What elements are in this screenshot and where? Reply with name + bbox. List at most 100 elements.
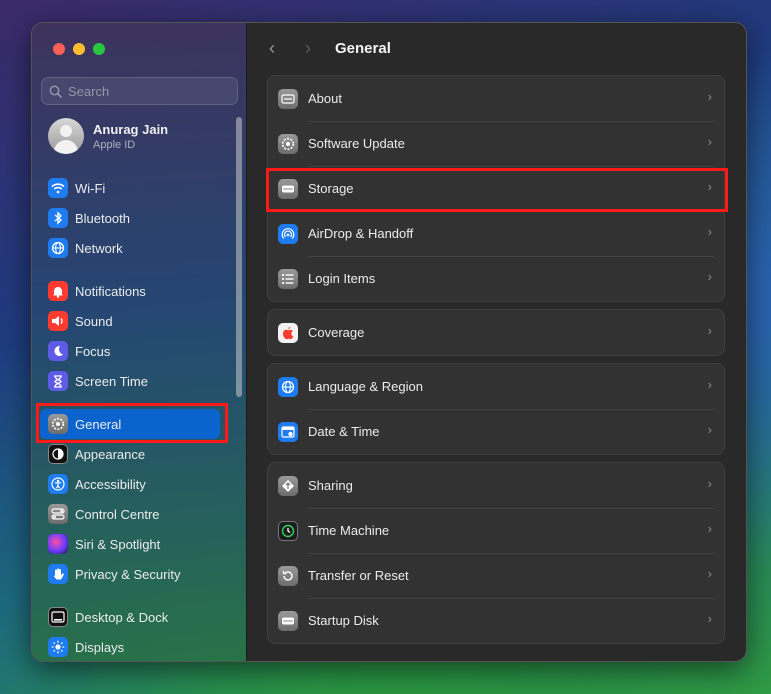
- minimize-button[interactable]: [73, 43, 85, 55]
- avatar: [48, 118, 84, 154]
- settings-row-airdrop-handoff[interactable]: AirDrop & Handoff ›: [268, 211, 724, 256]
- sidebar-item-desktop-dock[interactable]: Desktop & Dock: [40, 602, 220, 632]
- control-centre-icon: [48, 504, 68, 524]
- search-box[interactable]: [41, 77, 238, 105]
- sidebar-item-label: Wi-Fi: [75, 180, 106, 196]
- zoom-button[interactable]: [93, 43, 105, 55]
- chevron-right-icon: ›: [707, 89, 712, 104]
- close-button[interactable]: [53, 43, 65, 55]
- profile-name: Anurag Jain: [93, 121, 169, 137]
- settings-group-about: About › Software Update › Storage › AirD…: [267, 75, 725, 302]
- settings-row-transfer-reset[interactable]: Transfer or Reset ›: [268, 553, 724, 598]
- chevron-right-icon: ›: [707, 323, 712, 338]
- settings-group-language-date: Language & Region › Date & Time ›: [267, 363, 725, 455]
- bluetooth-icon: [48, 208, 68, 228]
- sidebar-item-label: Network: [75, 240, 123, 256]
- sidebar-item-label: Notifications: [75, 283, 146, 299]
- reset-icon: [278, 565, 298, 586]
- settings-row-coverage[interactable]: Coverage ›: [268, 310, 724, 355]
- hourglass-icon: [48, 371, 68, 391]
- page-title: General: [335, 40, 391, 57]
- row-label: Software Update: [308, 136, 405, 151]
- sidebar-item-label: Screen Time: [75, 373, 148, 389]
- calendar-icon: [278, 421, 298, 442]
- row-label: Time Machine: [308, 523, 390, 538]
- sidebar-item-screen-time[interactable]: Screen Time: [40, 366, 220, 396]
- sidebar-item-accessibility[interactable]: Accessibility: [40, 469, 220, 499]
- chevron-right-icon: ›: [707, 521, 712, 536]
- sun-icon: [48, 637, 68, 657]
- sidebar-item-appearance[interactable]: Appearance: [40, 439, 220, 469]
- forward-button[interactable]: ›: [305, 38, 311, 58]
- window-controls: [53, 43, 105, 55]
- globe-icon: [48, 238, 68, 258]
- sidebar: Anurag Jain Apple ID Wi-Fi Bluetooth: [32, 23, 247, 661]
- chevron-right-icon: ›: [707, 566, 712, 581]
- row-label: Sharing: [308, 478, 353, 493]
- sidebar-item-notifications[interactable]: Notifications: [40, 276, 220, 306]
- sidebar-item-network[interactable]: Network: [40, 233, 220, 263]
- apple-id-profile[interactable]: Anurag Jain Apple ID: [48, 118, 168, 154]
- sidebar-item-siri-spotlight[interactable]: Siri & Spotlight: [40, 529, 220, 559]
- settings-group-sharing: Sharing › Time Machine › Transfer or Res…: [267, 462, 725, 644]
- chevron-right-icon: ›: [707, 224, 712, 239]
- sidebar-item-label: Siri & Spotlight: [75, 536, 161, 552]
- back-button[interactable]: ‹: [269, 38, 275, 58]
- settings-row-sharing[interactable]: Sharing ›: [268, 463, 724, 508]
- sidebar-item-privacy-security[interactable]: Privacy & Security: [40, 559, 220, 589]
- row-label: Language & Region: [308, 379, 423, 394]
- sidebar-item-bluetooth[interactable]: Bluetooth: [40, 203, 220, 233]
- sidebar-item-label: Desktop & Dock: [75, 609, 169, 625]
- settings-group-coverage: Coverage ›: [267, 309, 725, 356]
- row-label: Storage: [308, 181, 354, 196]
- settings-row-date-time[interactable]: Date & Time ›: [268, 409, 724, 454]
- settings-row-software-update[interactable]: Software Update ›: [268, 121, 724, 166]
- software-update-icon: [278, 133, 298, 154]
- settings-row-login-items[interactable]: Login Items ›: [268, 256, 724, 301]
- siri-icon: [48, 534, 68, 554]
- sidebar-item-displays[interactable]: Displays: [40, 632, 220, 661]
- apple-icon: [278, 322, 298, 343]
- about-icon: [278, 88, 298, 109]
- accessibility-icon: [48, 474, 68, 494]
- search-icon: [49, 85, 62, 98]
- main-panel: ‹ › General About › Software Update › St…: [247, 23, 746, 661]
- sidebar-item-focus[interactable]: Focus: [40, 336, 220, 366]
- sidebar-item-wifi[interactable]: Wi-Fi: [40, 173, 220, 203]
- search-input[interactable]: [68, 83, 228, 99]
- settings-row-time-machine[interactable]: Time Machine ›: [268, 508, 724, 553]
- sidebar-item-general[interactable]: General: [40, 409, 220, 439]
- airdrop-icon: [278, 223, 298, 244]
- sidebar-scrollbar[interactable]: [236, 117, 242, 397]
- settings-row-storage[interactable]: Storage ›: [268, 166, 724, 211]
- profile-subtitle: Apple ID: [93, 138, 136, 151]
- sidebar-item-sound[interactable]: Sound: [40, 306, 220, 336]
- sidebar-item-label: General: [75, 416, 122, 432]
- appearance-icon: [48, 444, 68, 464]
- settings-row-about[interactable]: About ›: [268, 76, 724, 121]
- storage-icon: [278, 178, 298, 199]
- globe-icon: [278, 376, 298, 397]
- sidebar-item-label: Bluetooth: [75, 210, 130, 226]
- gear-icon: [48, 414, 68, 434]
- bell-icon: [48, 281, 68, 301]
- sharing-icon: [278, 475, 298, 496]
- settings-row-language-region[interactable]: Language & Region ›: [268, 364, 724, 409]
- row-label: AirDrop & Handoff: [308, 226, 414, 241]
- row-label: About: [308, 91, 342, 106]
- sidebar-item-label: Control Centre: [75, 506, 160, 522]
- row-label: Login Items: [308, 271, 376, 286]
- row-label: Date & Time: [308, 424, 380, 439]
- settings-row-startup-disk[interactable]: Startup Disk ›: [268, 598, 724, 643]
- chevron-right-icon: ›: [707, 377, 712, 392]
- sidebar-item-label: Privacy & Security: [75, 566, 181, 582]
- sidebar-item-control-centre[interactable]: Control Centre: [40, 499, 220, 529]
- chevron-right-icon: ›: [707, 269, 712, 284]
- row-label: Transfer or Reset: [308, 568, 409, 583]
- speaker-icon: [48, 311, 68, 331]
- hand-icon: [48, 564, 68, 584]
- dock-icon: [48, 607, 68, 627]
- row-label: Startup Disk: [308, 613, 379, 628]
- chevron-right-icon: ›: [707, 134, 712, 149]
- system-settings-window: Anurag Jain Apple ID Wi-Fi Bluetooth: [31, 22, 747, 662]
